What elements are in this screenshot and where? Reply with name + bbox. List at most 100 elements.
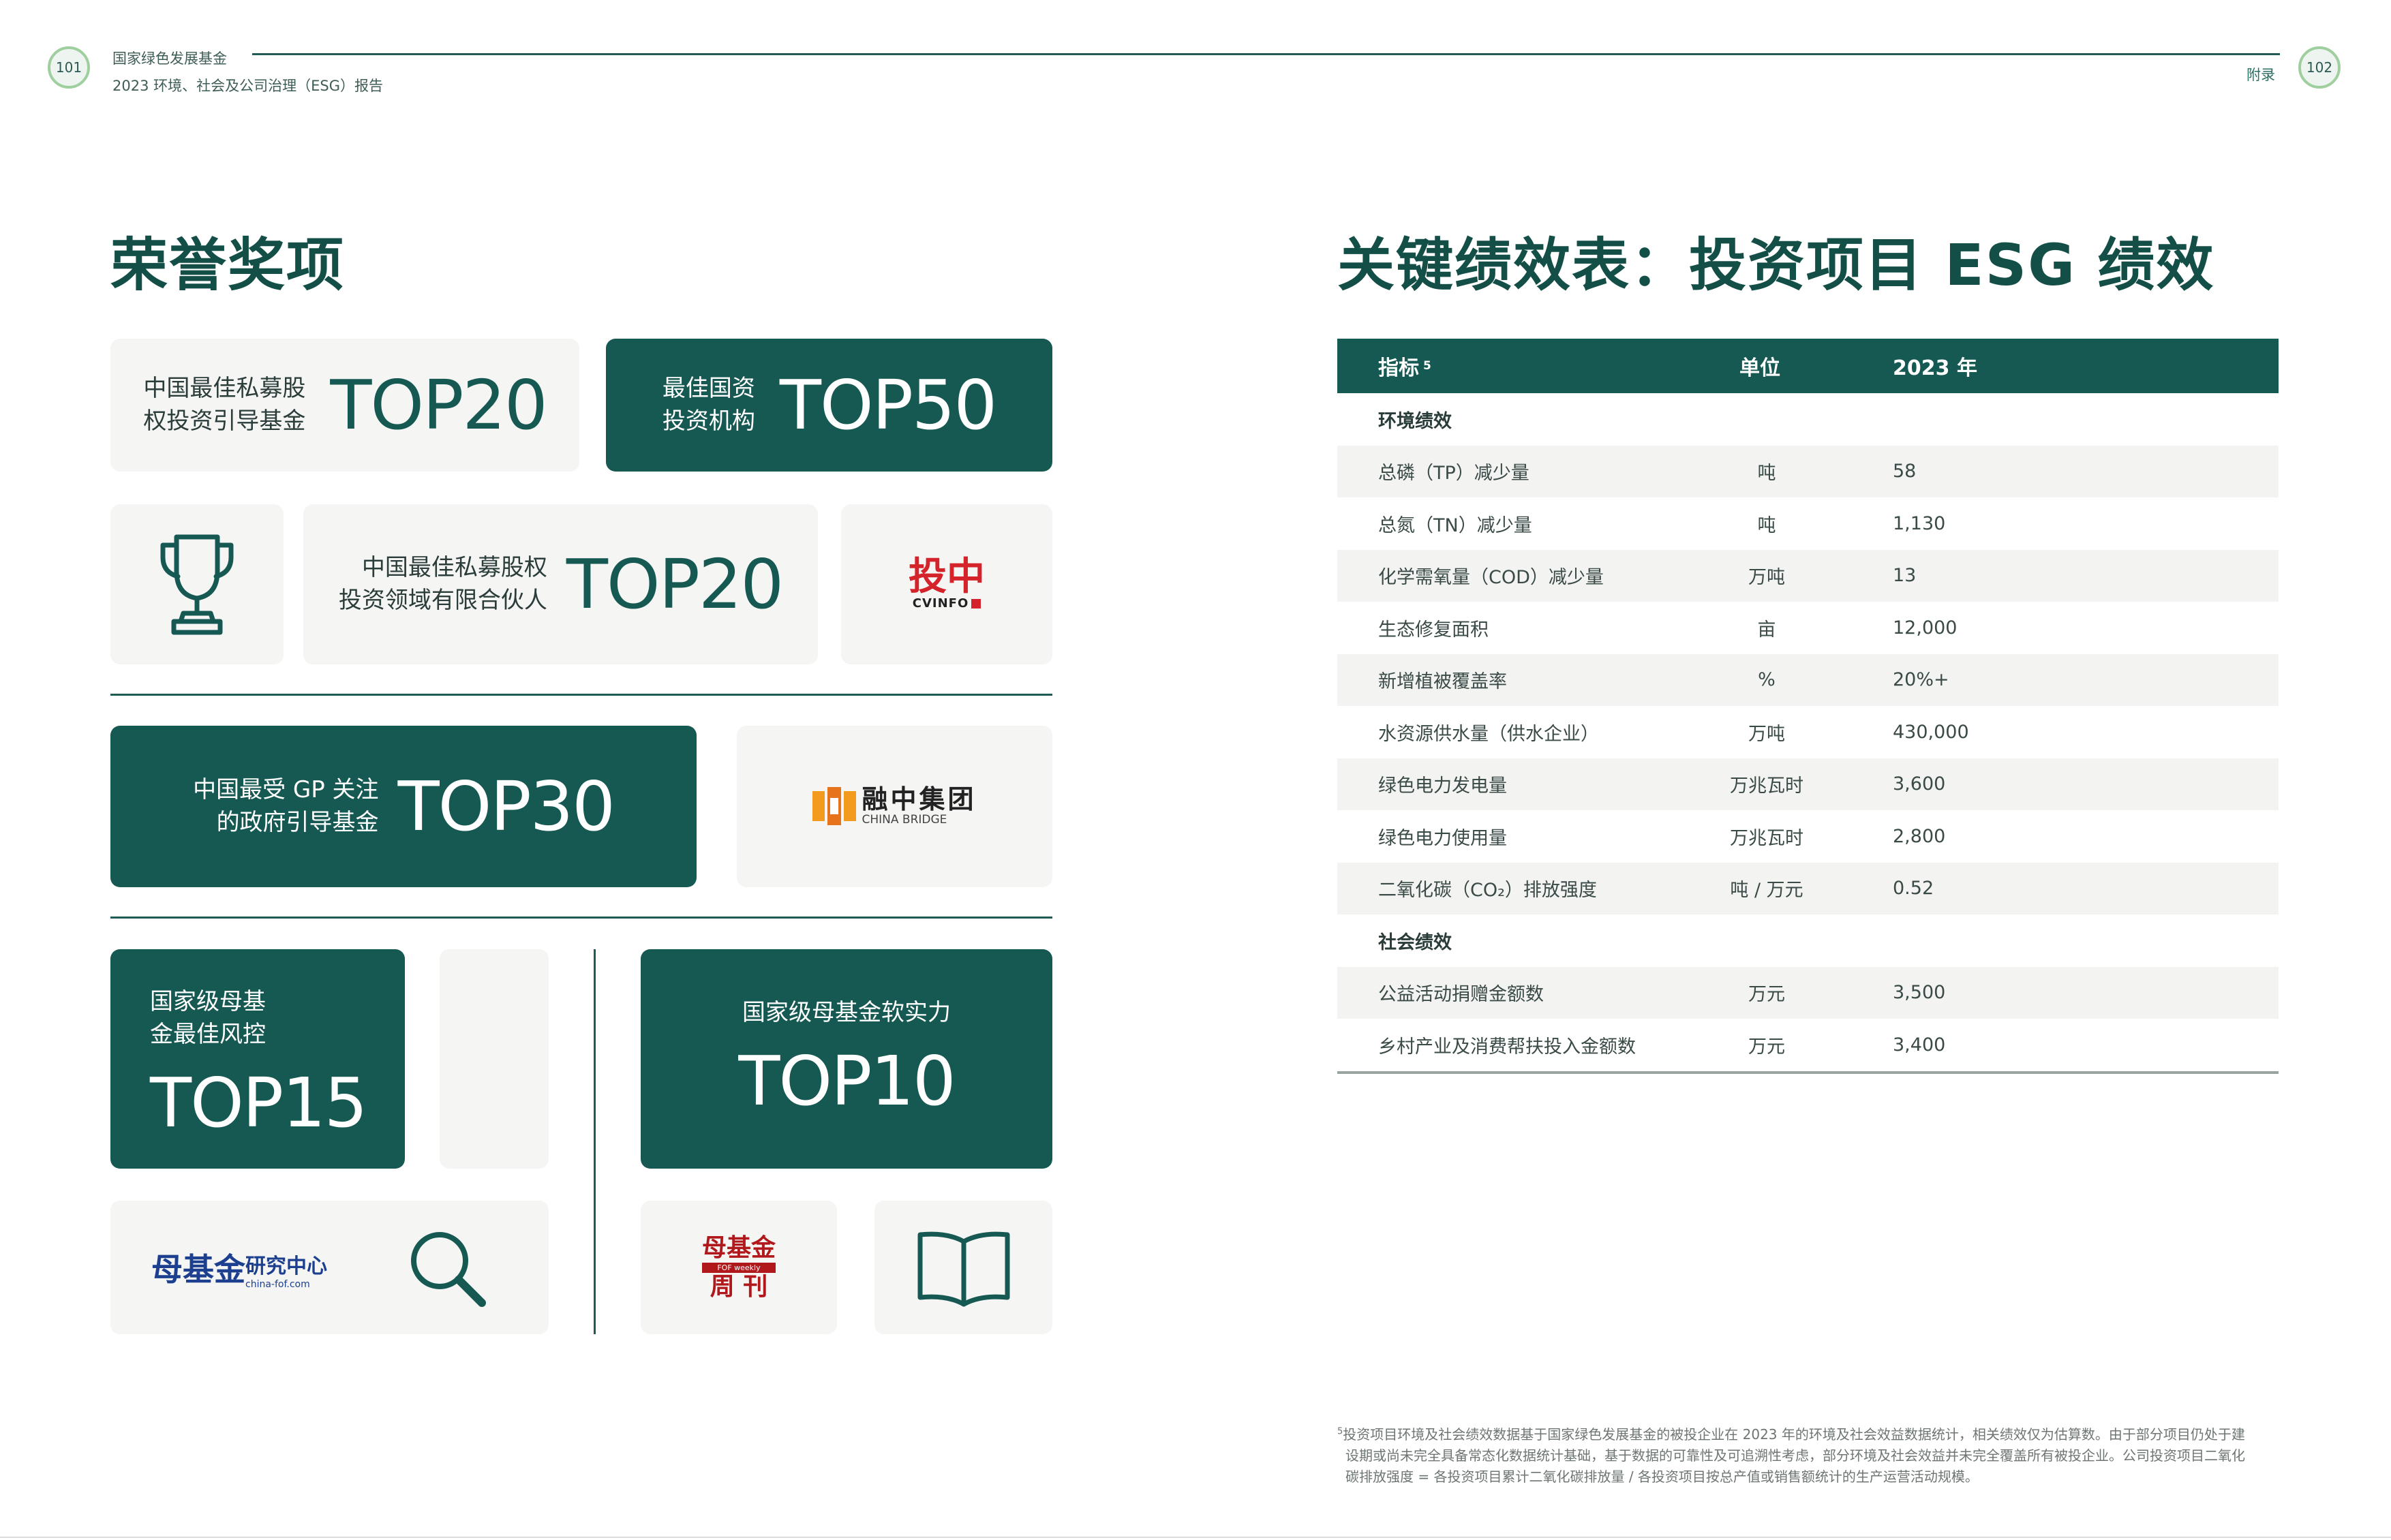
indicator-cell: 水资源供水量（供水企业） (1378, 723, 1599, 745)
table-section-row: 社会绩效 (1337, 914, 2279, 967)
award-label-line2: 投资机构 (662, 407, 755, 435)
unit-cell: 万元 (1748, 1036, 1785, 1058)
table-section-row: 环境绩效 (1337, 393, 2279, 446)
unit-cell: 万元 (1748, 984, 1785, 1006)
kpi-title: 关键绩效表：投资项目 ESG 绩效 (1337, 232, 2215, 298)
award-label-line1: 中国最佳私募股权 (361, 553, 547, 581)
indicator-cell: 绿色电力使用量 (1378, 827, 1507, 849)
table-row: 二氧化碳（CO₂）排放强度 吨 / 万元 0.52 (1337, 862, 2279, 914)
report-title: 2023 环境、社会及公司治理（ESG）报告 (112, 78, 383, 94)
kpi-table-bottom-rule (1337, 1071, 2279, 1074)
award-label: 中国最佳私募股权 投资领域有限合伙人 (339, 552, 547, 617)
table-row: 绿色电力使用量 万兆瓦时 2,800 (1337, 810, 2279, 863)
award-card-top15-risk-control: 国家级母基 金最佳风控 TOP15 (110, 949, 405, 1169)
award-label-line2: 投资领域有限合伙人 (338, 586, 547, 614)
right-page-number-text: 102 (2306, 59, 2333, 76)
unit-cell: % (1758, 669, 1776, 691)
value-cell: 3,500 (1893, 982, 1946, 1004)
indicator-cell: 环境绩效 (1378, 410, 1452, 432)
table-row: 公益活动捐赠金额数 万元 3,500 (1337, 966, 2279, 1019)
kpi-table-header: 指标 5 单位 2023 年 (1337, 339, 2279, 393)
indicator-cell: 社会绩效 (1378, 931, 1452, 953)
awards-divider-1 (110, 694, 1052, 696)
indicator-cell: 新增植被覆盖率 (1378, 671, 1507, 693)
indicator-cell: 化学需氧量（COD）减少量 (1378, 567, 1604, 589)
header-rule (252, 53, 2280, 55)
fof-research-logo-sub: 研究中心 (245, 1254, 327, 1278)
value-cell: 0.52 (1893, 878, 1934, 899)
value-cell: 2,800 (1893, 825, 1946, 847)
col-indicator-label: 指标 (1378, 356, 1419, 380)
indicator-cell: 公益活动捐赠金额数 (1378, 984, 1544, 1006)
award-rank: TOP20 (566, 544, 784, 624)
table-row: 乡村产业及消费帮扶投入金额数 万元 3,400 (1337, 1019, 2279, 1071)
unit-cell: 万吨 (1748, 723, 1785, 745)
award-label: 国家级母基金软实力 (742, 998, 951, 1026)
award-label-line2: 的政府引导基金 (216, 808, 379, 836)
chinabridge-logo: 融中集团 CHINA BRIDGE (812, 786, 976, 827)
trophy-card (110, 504, 284, 664)
col-indicator-header: 指标 5 (1378, 339, 1431, 393)
award-card-top50-state-investor: 最佳国资 投资机构 TOP50 (606, 339, 1052, 472)
fof-weekly-logo: 母基金 FOF weekly 周 刊 (701, 1233, 776, 1301)
table-row: 总磷（TP）减少量 吨 58 (1337, 445, 2279, 497)
fof-weekly-top: 母基金 (701, 1233, 776, 1262)
value-cell: 3,600 (1893, 773, 1946, 795)
magnifier-icon (411, 1232, 486, 1307)
indicator-cell: 总磷（TP）减少量 (1378, 463, 1529, 484)
award-label: 中国最佳私募股 权投资引导基金 (143, 373, 305, 437)
page-bottom-rule (0, 1537, 2391, 1538)
cvinfo-logo: 投中 CVINFO (909, 558, 985, 611)
award-label-line2: 金最佳风控 (150, 1020, 266, 1048)
award-label-line2: 权投资引导基金 (143, 407, 306, 435)
col-year-header: 2023 年 (1893, 356, 1977, 380)
award-rank: TOP30 (397, 767, 615, 846)
table-row: 总氮（TN）减少量 吨 1,130 (1337, 497, 2279, 550)
award-label-line1: 中国最受 GP 关注 (193, 775, 379, 803)
left-page-number: 101 (48, 46, 90, 89)
cvinfo-logo-cn: 投中 (909, 555, 985, 599)
table-row: 生态修复面积 亩 12,000 (1337, 602, 2279, 654)
value-cell: 58 (1893, 461, 1917, 482)
award-rank: TOP15 (150, 1063, 367, 1143)
fof-weekly-bottom: 周 刊 (710, 1272, 768, 1301)
col-unit-header: 单位 (1739, 356, 1780, 380)
indicator-cell: 总氮（TN）减少量 (1378, 514, 1532, 536)
unit-cell: 万兆瓦时 (1730, 827, 1803, 849)
awards-divider-2 (110, 917, 1052, 919)
award-rank: TOP20 (330, 365, 547, 445)
award-rank: TOP10 (738, 1041, 956, 1122)
award-card-top20-pe-guide: 中国最佳私募股 权投资引导基金 TOP20 (110, 339, 579, 472)
award-label-line1: 国家级母基 (150, 988, 266, 1015)
chinabridge-wordmark: 融中集团 CHINA BRIDGE (862, 786, 976, 827)
value-cell: 20%+ (1893, 669, 1949, 691)
chinabridge-en: CHINA BRIDGE (862, 813, 947, 827)
indicator-cell: 二氧化碳（CO₂）排放强度 (1378, 880, 1597, 902)
fof-weekly-en: FOF weekly (717, 1263, 761, 1272)
unit-cell: 亩 (1757, 619, 1776, 641)
unit-cell: 万吨 (1748, 567, 1785, 589)
unit-cell: 吨 (1757, 463, 1776, 484)
award-rank: TOP50 (779, 365, 997, 445)
table-row: 水资源供水量（供水企业） 万吨 430,000 (1337, 706, 2279, 758)
table-row: 化学需氧量（COD）减少量 万吨 13 (1337, 549, 2279, 602)
indicator-cell: 绿色电力发电量 (1378, 775, 1507, 797)
fof-weekly-logo-card: 母基金 FOF weekly 周 刊 (641, 1201, 837, 1334)
award-label-line1: 中国最佳私募股 (143, 374, 306, 402)
value-cell: 1,130 (1893, 512, 1946, 534)
awards-divider-vertical (594, 949, 596, 1334)
org-name: 国家绿色发展基金 (112, 50, 227, 67)
footnote-text-1: 投资项目环境及社会绩效数据基于国家绿色发展基金的被投企业在 2023 年的环境及… (1343, 1426, 2245, 1443)
footnote-text-2: 设期或尚未完全具备常态化数据统计基础，基于数据的可靠性及可追溯性考虑，部分环境及… (1345, 1447, 2245, 1464)
chinabridge-cn: 融中集团 (862, 784, 977, 814)
award-label: 最佳国资 投资机构 (663, 373, 755, 437)
indicator-cell: 乡村产业及消费帮扶投入金额数 (1378, 1036, 1636, 1058)
col-indicator-footnote-ref: 5 (1423, 359, 1431, 373)
cvinfo-logo-card: 投中 CVINFO (841, 504, 1052, 664)
award-label-line1: 最佳国资 (662, 374, 755, 402)
table-row: 绿色电力发电量 万兆瓦时 3,600 (1337, 758, 2279, 810)
fof-research-logo-sub-wrap: 研究中心 china-fof.com (245, 1249, 327, 1290)
footnote-text-3: 碳排放强度 = 各投资项目累计二氧化碳排放量 / 各投资项目按总产值或销售额统计… (1345, 1468, 1979, 1485)
fof-weekly-band: FOF weekly (701, 1262, 776, 1273)
fof-research-logo-url: china-fof.com (245, 1279, 310, 1290)
